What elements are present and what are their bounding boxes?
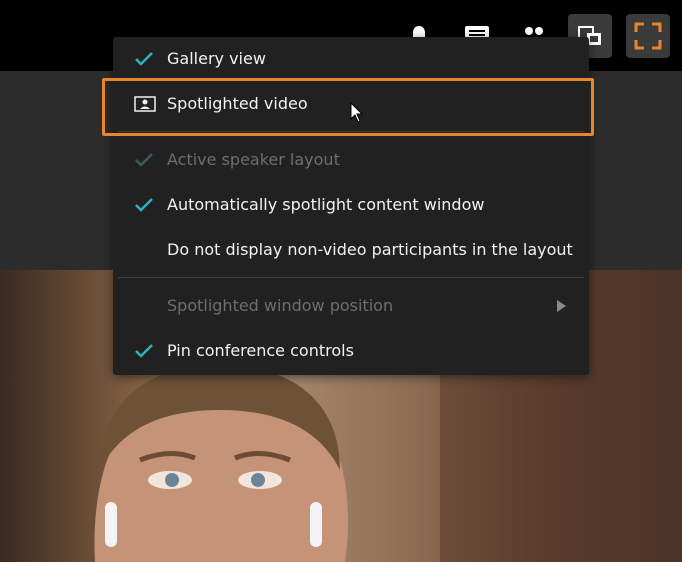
menu-item-label: Automatically spotlight content window — [167, 195, 485, 214]
menu-item-auto-spotlight-content[interactable]: Automatically spotlight content window — [113, 183, 589, 227]
highlight-focus-ring — [102, 78, 594, 136]
check-icon — [135, 52, 153, 66]
check-icon — [135, 344, 153, 358]
menu-item-label: Active speaker layout — [167, 150, 340, 169]
menu-item-label: Gallery view — [167, 49, 266, 68]
fullscreen-icon — [634, 22, 662, 50]
menu-item-spotlighted-window-position[interactable]: Spotlighted window position — [113, 284, 589, 328]
fullscreen-button[interactable] — [626, 14, 670, 58]
check-icon — [135, 198, 153, 212]
mouse-cursor-icon — [350, 102, 364, 123]
chevron-right-icon — [557, 300, 566, 312]
menu-item-hide-non-video[interactable]: Do not display non-video participants in… — [113, 228, 589, 272]
menu-item-label: Pin conference controls — [167, 341, 354, 360]
menu-item-gallery-view[interactable]: Gallery view — [113, 37, 589, 81]
check-icon — [135, 153, 153, 167]
menu-item-pin-conference-controls[interactable]: Pin conference controls — [113, 329, 589, 373]
menu-item-active-speaker-layout[interactable]: Active speaker layout — [113, 138, 589, 182]
menu-item-label: Do not display non-video participants in… — [167, 240, 573, 259]
menu-item-label: Spotlighted window position — [167, 296, 394, 315]
menu-separator — [118, 277, 584, 278]
